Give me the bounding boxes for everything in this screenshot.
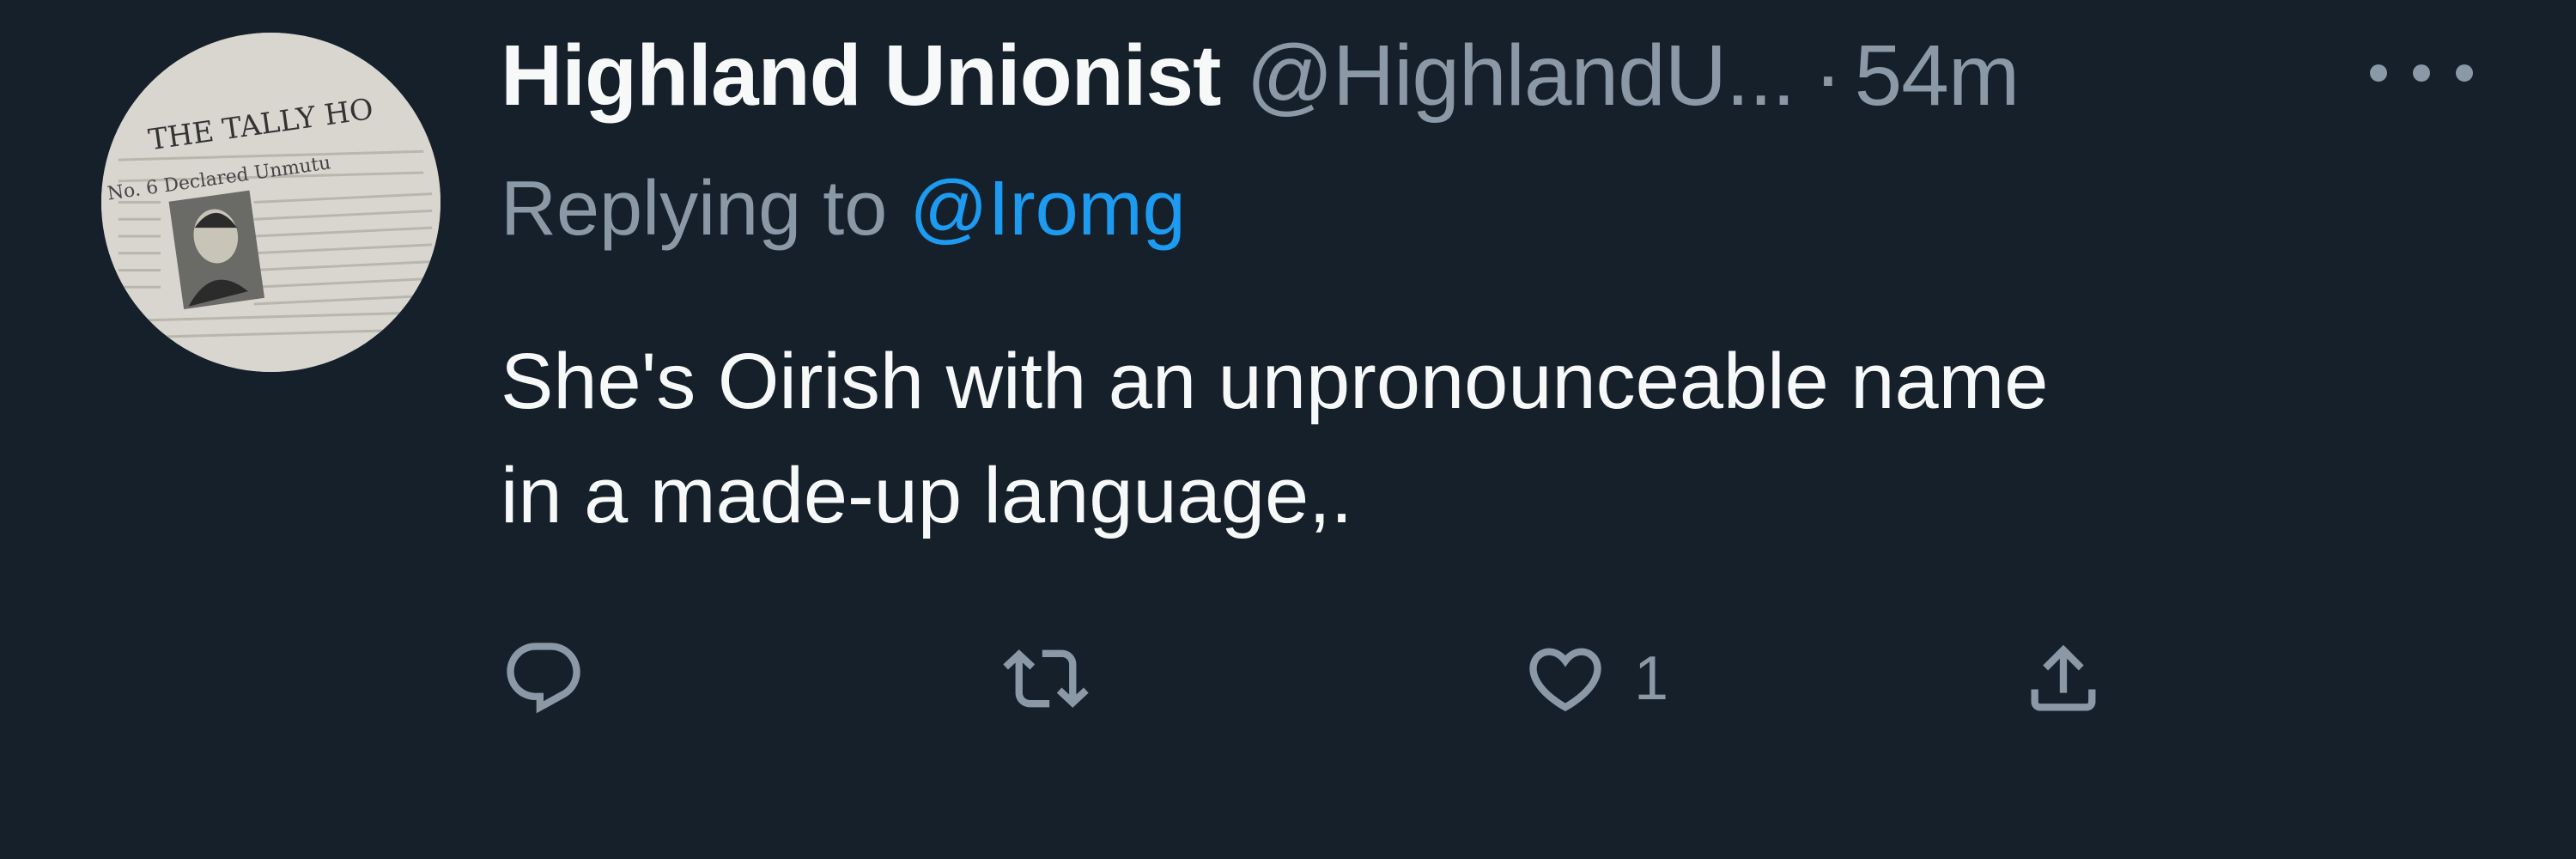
separator-dot: · xyxy=(1814,27,1843,124)
replying-to: Replying to @Iromg xyxy=(501,153,1186,265)
like-count: 1 xyxy=(1634,644,1669,713)
tweet-card[interactable]: THE TALLY HO No. 6 Declared Unmutu Highl… xyxy=(0,0,2576,859)
share-icon xyxy=(2031,644,2096,711)
user-handle[interactable]: @HighlandU... xyxy=(1246,27,1795,125)
retweet-icon xyxy=(1003,649,1089,708)
tweet-text-line: She's Oirish with an unpronounceable nam… xyxy=(501,338,2049,425)
reply-button[interactable] xyxy=(501,631,612,726)
newspaper-avatar-image: THE TALLY HO No. 6 Declared Unmutu xyxy=(101,33,440,372)
tweet-text-line: in a made-up language,. xyxy=(501,452,1353,539)
reply-icon xyxy=(507,643,580,714)
like-button[interactable]: 1 xyxy=(1522,631,1668,726)
timestamp[interactable]: 54m xyxy=(1855,27,2020,125)
action-bar: 1 xyxy=(501,631,2218,726)
more-dot xyxy=(2413,64,2430,82)
tweet-text: She's Oirish with an unpronounceable nam… xyxy=(501,325,2518,553)
retweet-button[interactable] xyxy=(1003,631,1115,726)
more-dots-icon[interactable] xyxy=(2370,43,2473,103)
replying-prefix: Replying to xyxy=(501,165,888,252)
heart-icon xyxy=(1529,648,1601,712)
more-dot xyxy=(2456,64,2473,82)
display-name[interactable]: Highland Unionist xyxy=(501,27,1221,125)
share-button[interactable] xyxy=(2020,631,2132,726)
more-dot xyxy=(2370,64,2387,82)
avatar[interactable]: THE TALLY HO No. 6 Declared Unmutu xyxy=(101,33,440,372)
tweet-header: Highland Unionist @HighlandU... · 54m xyxy=(501,15,2020,136)
reply-target-link[interactable]: @Iromg xyxy=(909,165,1185,253)
